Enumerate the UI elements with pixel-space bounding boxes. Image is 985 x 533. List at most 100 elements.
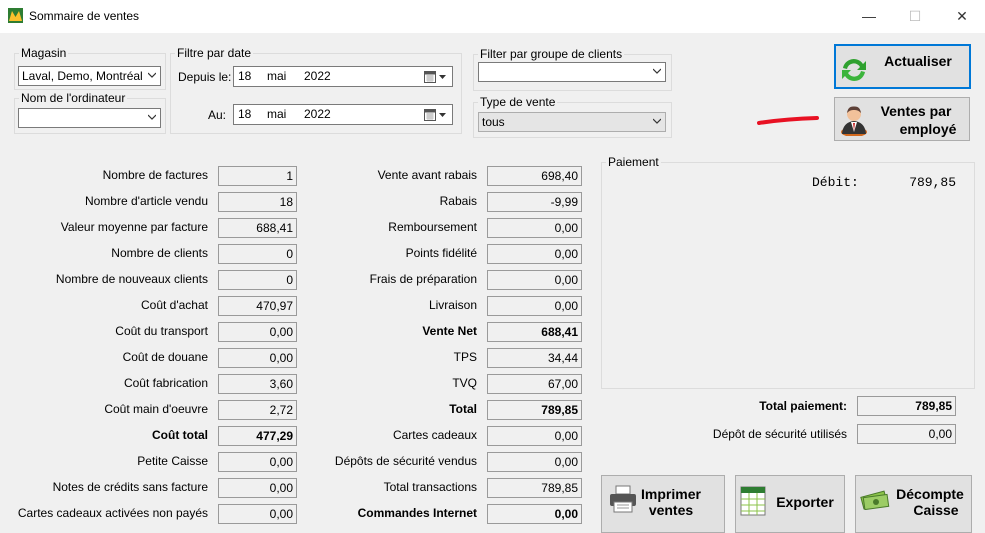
- left-stat-label: Cartes cadeaux activées non payés: [17, 506, 208, 520]
- left-stat-label: Coût d'achat: [140, 298, 208, 312]
- magasin-label: Magasin: [21, 46, 67, 60]
- exporter-button[interactable]: Exporter: [735, 475, 845, 533]
- magasin-select[interactable]: Laval, Demo, Montréal: [18, 66, 161, 86]
- left-stat-label: Nombre d'article vendu: [84, 194, 208, 208]
- to-year[interactable]: 2022: [304, 105, 331, 124]
- total-paiement-value: 789,85: [857, 396, 956, 416]
- ventes-par-employe-label-2: employé: [899, 121, 957, 137]
- decompte-label-2: Caisse: [913, 502, 959, 518]
- middle-stat-label: TPS: [453, 350, 477, 364]
- from-date-picker[interactable]: 18 mai 2022: [233, 66, 453, 87]
- middle-stat-value: -9,99: [487, 192, 582, 212]
- maximize-button[interactable]: ☐: [892, 0, 938, 33]
- middle-stat-value: 789,85: [487, 400, 582, 420]
- from-day[interactable]: 18: [238, 67, 251, 86]
- middle-stat-value: 0,00: [487, 426, 582, 446]
- middle-stat-label: TVQ: [452, 376, 477, 390]
- left-stat-label: Coût fabrication: [123, 376, 208, 390]
- to-month[interactable]: mai: [267, 105, 286, 124]
- middle-stat-value: 34,44: [487, 348, 582, 368]
- to-day[interactable]: 18: [238, 105, 251, 124]
- from-year[interactable]: 2022: [304, 67, 331, 86]
- spreadsheet-icon: [740, 486, 766, 516]
- total-paiement-label: Total paiement:: [759, 399, 847, 413]
- middle-stat-label: Livraison: [428, 298, 477, 312]
- middle-stat-value: 688,41: [487, 322, 582, 342]
- app-icon: [8, 8, 23, 23]
- refresh-icon: [842, 59, 866, 81]
- imprimer-ventes-button[interactable]: Imprimer ventes: [601, 475, 725, 533]
- title-bar: Sommaire de ventes — ☐ ✕: [0, 0, 985, 33]
- to-date-picker[interactable]: 18 mai 2022: [233, 104, 453, 125]
- exporter-label: Exporter: [776, 494, 834, 510]
- red-annotation-mark: [757, 116, 819, 125]
- middle-stat-label: Frais de préparation: [369, 272, 477, 286]
- minimize-button[interactable]: —: [846, 0, 892, 33]
- middle-stat-value: 0,00: [487, 244, 582, 264]
- middle-stat-label: Points fidélité: [405, 246, 477, 260]
- depot-securite-label: Dépôt de sécurité utilisés: [712, 427, 847, 441]
- middle-stat-label: Rabais: [439, 194, 477, 208]
- left-stat-label: Notes de crédits sans facture: [52, 480, 208, 494]
- middle-stat-value: 67,00: [487, 374, 582, 394]
- middle-stat-label: Total: [449, 402, 477, 416]
- window-title: Sommaire de ventes: [29, 9, 140, 23]
- middle-stat-label: Remboursement: [388, 220, 477, 234]
- groupe-clients-select[interactable]: [478, 62, 666, 82]
- chevron-down-icon: [148, 114, 156, 120]
- calendar-icon[interactable]: [424, 71, 448, 83]
- left-stat-label: Coût main d'oeuvre: [104, 402, 208, 416]
- actualiser-button[interactable]: Actualiser: [834, 44, 971, 89]
- middle-stat-label: Cartes cadeaux: [392, 428, 477, 442]
- groupe-clients-label: Filter par groupe de clients: [480, 47, 623, 61]
- printer-icon: [610, 485, 636, 513]
- left-stat-label: Nombre de clients: [111, 246, 208, 260]
- middle-stat-value: 698,40: [487, 166, 582, 186]
- money-icon: [860, 490, 890, 510]
- decompte-label-1: Décompte: [896, 486, 964, 502]
- left-stat-label: Petite Caisse: [137, 454, 208, 468]
- depot-securite-value: 0,00: [857, 424, 956, 444]
- paiement-line-label: Débit:: [812, 175, 859, 190]
- middle-stat-value: 0,00: [487, 504, 582, 524]
- from-date-label: Depuis le:: [178, 70, 232, 84]
- calendar-icon[interactable]: [424, 109, 448, 121]
- type-vente-value: tous: [482, 115, 505, 129]
- middle-stat-value: 0,00: [487, 296, 582, 316]
- ventes-par-employe-label-1: Ventes par: [880, 103, 952, 119]
- actualiser-label: Actualiser: [884, 53, 952, 69]
- middle-stat-label: Commandes Internet: [357, 506, 477, 520]
- ordinateur-label: Nom de l'ordinateur: [21, 91, 126, 105]
- imprimer-label-1: Imprimer: [641, 486, 701, 502]
- left-stat-label: Coût du transport: [115, 324, 208, 338]
- paiement-line-value: 789,85: [909, 175, 956, 190]
- chevron-down-icon: [653, 68, 661, 74]
- from-month[interactable]: mai: [267, 67, 286, 86]
- to-date-label: Au:: [208, 108, 227, 122]
- magasin-value: Laval, Demo, Montréal: [22, 69, 143, 83]
- left-stat-label: Valeur moyenne par facture: [60, 220, 208, 234]
- type-vente-select[interactable]: tous: [478, 112, 666, 132]
- type-vente-label: Type de vente: [480, 95, 556, 109]
- imprimer-label-2: ventes: [648, 502, 694, 518]
- middle-stat-label: Vente avant rabais: [377, 168, 477, 182]
- ventes-par-employe-button[interactable]: Ventes par employé: [834, 97, 970, 141]
- ordinateur-select[interactable]: [18, 108, 161, 128]
- middle-stat-value: 0,00: [487, 218, 582, 238]
- decompte-caisse-button[interactable]: Décompte Caisse: [855, 475, 972, 533]
- paiement-group: Paiement: [601, 155, 975, 389]
- chevron-down-icon: [148, 72, 156, 78]
- middle-stat-value: 0,00: [487, 270, 582, 290]
- left-stat-label: Nombre de nouveaux clients: [55, 272, 208, 286]
- left-stat-label: Coût total: [152, 428, 208, 442]
- middle-stat-label: Total transactions: [383, 480, 477, 494]
- chevron-down-icon: [653, 118, 661, 124]
- middle-stat-label: Vente Net: [422, 324, 477, 338]
- middle-stat-value: 0,00: [487, 452, 582, 472]
- middle-stat-value: 789,85: [487, 478, 582, 498]
- date-filter-label: Filtre par date: [177, 46, 252, 60]
- employee-icon: [841, 106, 867, 136]
- middle-stat-label: Dépôts de sécurité vendus: [334, 454, 477, 468]
- close-button[interactable]: ✕: [939, 0, 985, 33]
- paiement-label: Paiement: [608, 155, 659, 169]
